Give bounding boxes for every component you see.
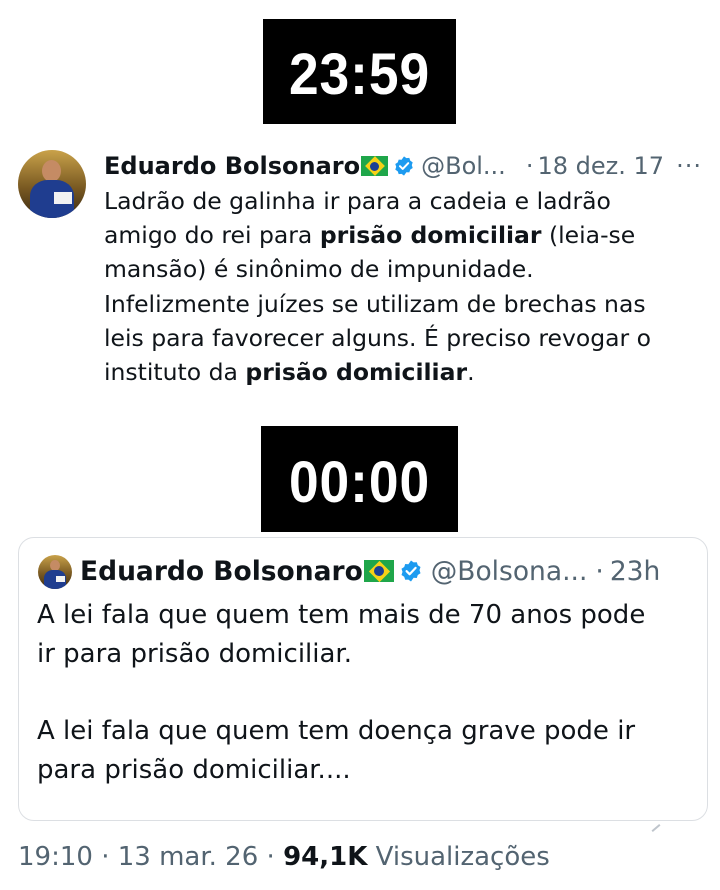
text-line: Ladrão de galinha ir para a cadeia e lad…: [104, 184, 714, 218]
post-date[interactable]: 13 mar. 26: [118, 842, 259, 872]
quoted-tweet-text: A lei fala que quem tem mais de 70 anos …: [37, 596, 702, 790]
post-time[interactable]: 19:10: [18, 842, 93, 872]
text-segment: amigo do rei para: [104, 221, 320, 250]
separator-dot: ·: [595, 556, 604, 587]
text-line: ir para prisão domiciliar.: [37, 639, 352, 669]
avatar[interactable]: [38, 555, 72, 589]
clock-label-2359: 23:59: [263, 19, 456, 124]
text-segment: leis para favorecer alguns. É preciso re…: [104, 323, 652, 352]
avatar[interactable]: [18, 150, 86, 218]
tweet-header: Eduardo Bolsonaro @Bol... · 18 dez. 17 ···: [104, 148, 704, 184]
views-count[interactable]: 94,1K: [283, 842, 367, 872]
tweet-date[interactable]: 18 dez. 17: [537, 152, 664, 180]
text-segment: mansão) é sinônimo de impunidade.: [104, 255, 534, 284]
bold-text-segment: prisão domiciliar: [245, 358, 468, 387]
separator-dot: ·: [525, 152, 534, 180]
text-segment: Ladrão de galinha ir para a cadeia e lad…: [104, 187, 611, 215]
author-handle[interactable]: @Bolsona...: [431, 556, 588, 587]
clock-time-text: 23:59: [288, 42, 431, 107]
bold-text-segment: prisão domiciliar: [319, 221, 542, 250]
divider-mark: [651, 824, 661, 832]
tweet-text: Ladrão de galinha ir para a cadeia e lad…: [104, 184, 714, 389]
text-line: para prisão domiciliar....: [37, 755, 351, 785]
avatar-head: [42, 160, 61, 182]
avatar-paper: [54, 192, 72, 204]
separator-dot: ·: [101, 842, 110, 872]
author-name[interactable]: Eduardo Bolsonaro: [80, 556, 363, 587]
author-name[interactable]: Eduardo Bolsonaro: [104, 152, 360, 180]
verified-badge-icon: [401, 560, 421, 582]
clock-label-0000: 00:00: [261, 426, 458, 532]
quoted-tweet-header: Eduardo Bolsonaro @Bolsona... · 23h: [80, 553, 690, 591]
author-handle[interactable]: @Bol...: [421, 152, 506, 180]
text-line: A lei fala que quem tem doença grave pod…: [37, 716, 636, 746]
text-line: Infelizmente juízes se utilizam de brech…: [104, 287, 714, 321]
brazil-flag-icon: [363, 560, 394, 582]
brazil-flag-icon: [361, 156, 389, 176]
text-segment: instituto da: [104, 358, 246, 387]
clock-time-text: 00:00: [288, 450, 431, 515]
verified-badge-icon: [395, 156, 413, 176]
text-segment: .: [467, 358, 475, 387]
tweet-age[interactable]: 23h: [610, 556, 661, 587]
text-line: mansão) é sinônimo de impunidade.: [104, 252, 714, 286]
text-line: leis para favorecer alguns. É preciso re…: [104, 321, 714, 355]
tweet-meta-footer: 19:10 · 13 mar. 26 · 94,1K Visualizações: [18, 838, 708, 876]
more-options-icon[interactable]: ···: [676, 148, 702, 184]
text-line: instituto da prisão domiciliar.: [104, 355, 714, 389]
avatar-paper: [56, 576, 65, 582]
separator-dot: ·: [266, 842, 275, 872]
text-segment: (leia-se: [541, 221, 636, 250]
text-line: amigo do rei para prisão domiciliar (lei…: [104, 218, 714, 252]
text-segment: Infelizmente juízes se utilizam de brech…: [104, 289, 646, 318]
views-label: Visualizações: [375, 842, 550, 872]
text-line: A lei fala que quem tem mais de 70 anos …: [37, 600, 646, 630]
